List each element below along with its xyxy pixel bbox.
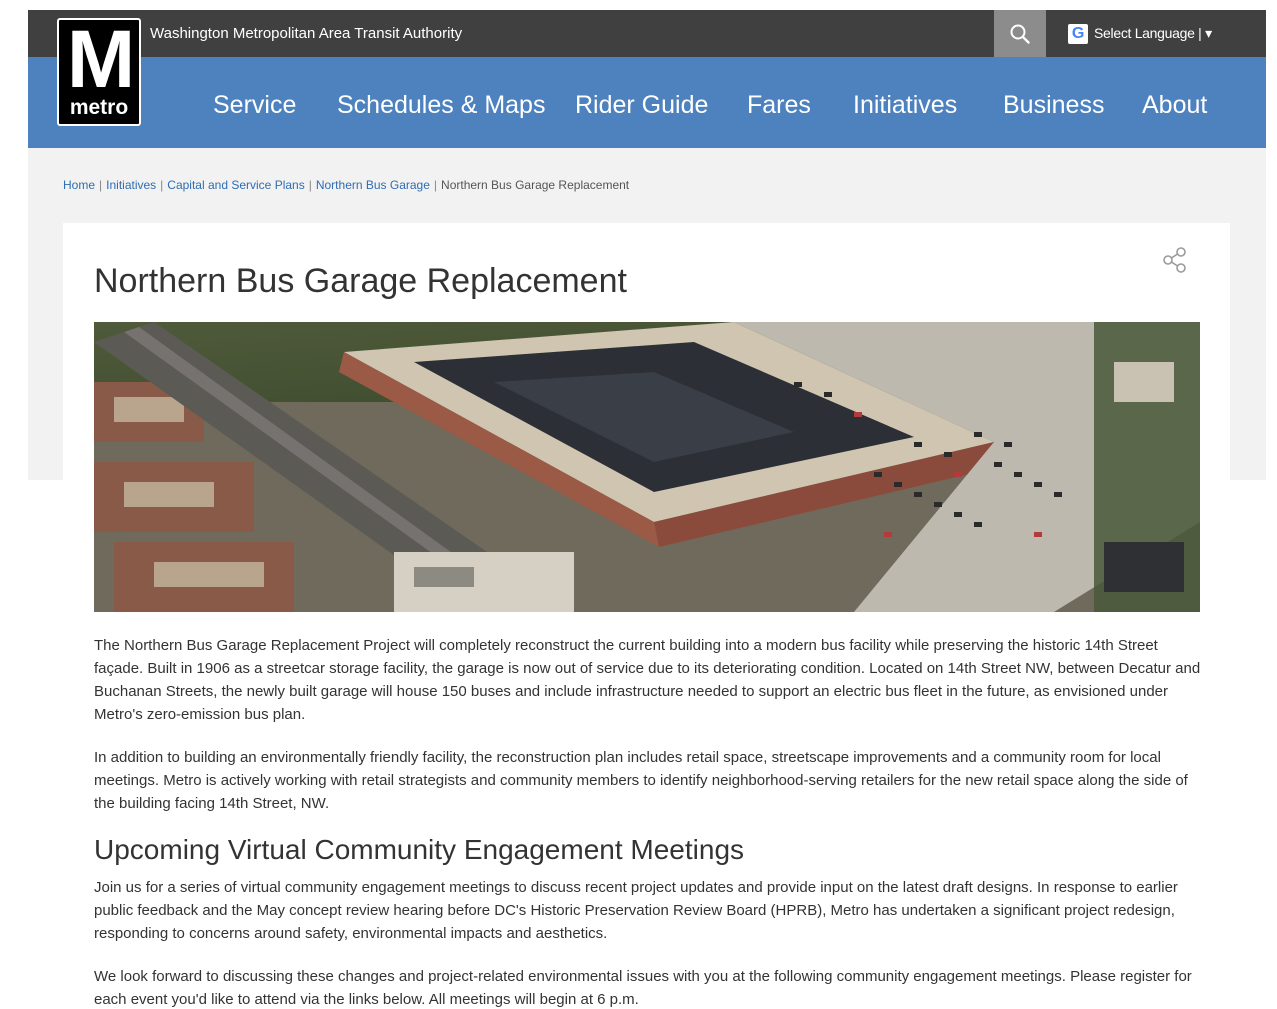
logo-letter: M	[66, 14, 135, 105]
search-button[interactable]	[994, 10, 1046, 57]
select-language-button[interactable]: G Select Language | ▾	[1068, 10, 1212, 57]
breadcrumb: Home | Initiatives | Capital and Service Pla…	[63, 178, 630, 192]
breadcrumb-initiatives[interactable]: Initiatives	[106, 178, 156, 192]
breadcrumb-current: Northern Bus Garage Replacement	[441, 178, 630, 192]
google-icon: G	[1068, 23, 1088, 44]
nav-item-rider-guide[interactable]: Rider Guide	[575, 57, 708, 148]
nav-item-initiatives[interactable]: Initiatives	[853, 57, 957, 148]
breadcrumb-capital-service-plans[interactable]: Capital and Service Plans	[167, 178, 304, 192]
aerial-photo-illustration	[94, 322, 1200, 612]
logo-word: metro	[69, 96, 129, 119]
agency-name: Washington Metropolitan Area Transit Aut…	[150, 25, 463, 42]
section-title-meetings: Upcoming Virtual Community Engagement Me…	[94, 834, 745, 865]
breadcrumb-home[interactable]: Home	[63, 178, 95, 192]
main-nav: Service Schedules & Maps Rider Guide Far…	[28, 57, 1266, 148]
share-icon[interactable]	[1160, 245, 1190, 275]
intro-paragraph-1: The Northern Bus Garage Replacement Proj…	[94, 637, 1201, 723]
meetings-paragraph-2: We look forward to discussing these chan…	[94, 968, 1192, 1008]
nav-item-business[interactable]: Business	[1003, 57, 1104, 148]
top-strip	[0, 0, 1277, 10]
nav-item-service[interactable]: Service	[213, 57, 296, 148]
page-title: Northern Bus Garage Replacement	[94, 262, 627, 300]
nav-item-about[interactable]: About	[1142, 57, 1207, 148]
nav-item-fares[interactable]: Fares	[747, 57, 811, 148]
search-icon	[1010, 24, 1030, 44]
hero-image-aerial-garage	[94, 322, 1200, 612]
nav-item-schedules-maps[interactable]: Schedules & Maps	[337, 57, 545, 148]
utility-bar: Washington Metropolitan Area Transit Aut…	[28, 10, 1266, 57]
meetings-paragraph-1: Join us for a series of virtual communit…	[94, 879, 1178, 942]
select-language-label: Select Language | ▾	[1094, 25, 1212, 41]
intro-paragraph-2: In addition to building an environmental…	[94, 749, 1188, 812]
metro-logo[interactable]: M metro	[57, 18, 141, 126]
breadcrumb-northern-bus-garage[interactable]: Northern Bus Garage	[316, 178, 430, 192]
